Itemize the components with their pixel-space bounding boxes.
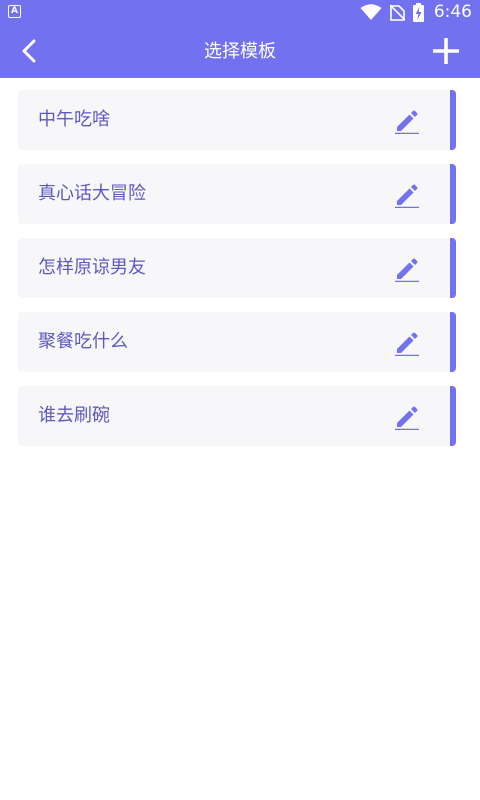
template-label: 真心话大冒险 [38, 183, 146, 204]
template-item[interactable]: 聚餐吃什么 [18, 312, 456, 372]
status-icons: 6:46 [360, 0, 472, 25]
app-bar: 选择模板 [0, 25, 480, 78]
template-item[interactable]: 中午吃啥 [18, 90, 456, 150]
edit-template-button[interactable] [392, 328, 422, 358]
wifi-icon [360, 4, 382, 21]
template-label: 谁去刷碗 [38, 405, 110, 426]
template-label: 怎样原谅男友 [38, 257, 146, 278]
status-bar: A 6:46 [0, 0, 480, 25]
edit-template-button[interactable] [392, 106, 422, 136]
app-notification-icon: A [8, 5, 21, 18]
edit-template-button[interactable] [392, 402, 422, 432]
battery-charging-icon [412, 3, 424, 22]
template-list: 中午吃啥 真心话大冒险 怎样原谅男友 聚餐吃什么 谁去刷碗 [18, 90, 458, 460]
template-item[interactable]: 怎样原谅男友 [18, 238, 456, 298]
template-item[interactable]: 谁去刷碗 [18, 386, 456, 446]
pencil-icon [395, 184, 419, 208]
template-label: 中午吃啥 [38, 109, 110, 130]
no-sim-icon [389, 4, 405, 21]
pencil-icon [395, 258, 419, 282]
edit-template-button[interactable] [392, 180, 422, 210]
plus-icon [433, 38, 459, 64]
pencil-icon [395, 406, 419, 430]
page-title: 选择模板 [204, 41, 276, 62]
pencil-icon [395, 332, 419, 356]
status-time: 6:46 [433, 2, 472, 22]
edit-template-button[interactable] [392, 254, 422, 284]
pencil-icon [395, 110, 419, 134]
template-label: 聚餐吃什么 [38, 331, 128, 352]
template-item[interactable]: 真心话大冒险 [18, 164, 456, 224]
add-template-button[interactable] [426, 31, 466, 71]
